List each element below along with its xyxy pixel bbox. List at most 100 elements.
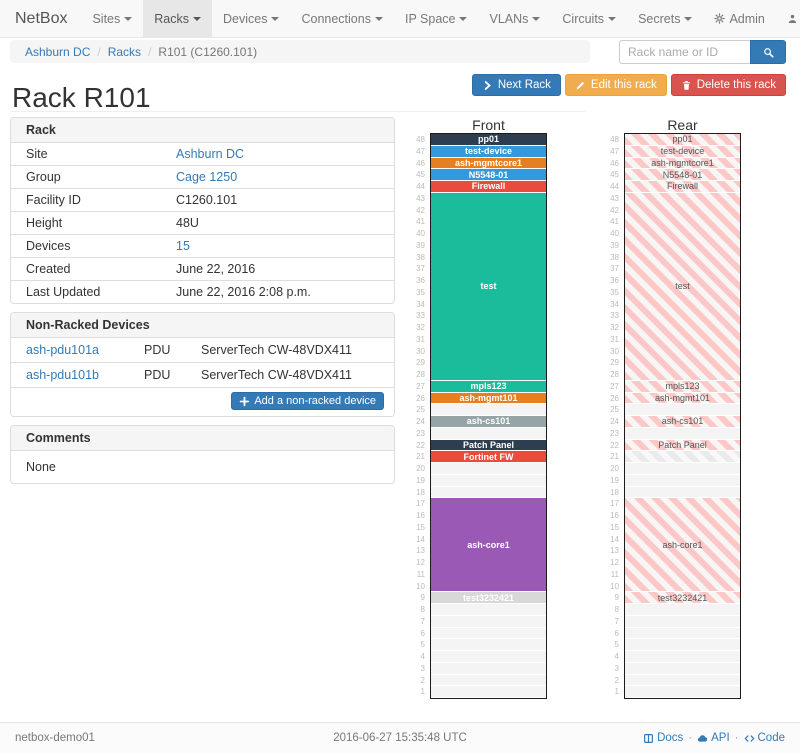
rear-slot-ash-cs101[interactable]: ash-cs101	[625, 416, 740, 427]
page-title: Rack R101	[12, 82, 151, 114]
caret-down-icon	[459, 17, 467, 21]
unit-number: 9	[602, 592, 622, 604]
rear-slot-test-device[interactable]: test-device	[625, 146, 740, 157]
rack-attribute-row: Facility IDC1260.101	[11, 189, 394, 212]
unit-number: 45	[408, 169, 428, 181]
main-nav: SitesRacksDevicesConnectionsIP SpaceVLAN…	[81, 0, 703, 37]
rear-slot-n5548-01[interactable]: N5548-01	[625, 169, 740, 180]
unit-number: 5	[602, 639, 622, 651]
rear-slot-firewall[interactable]: Firewall	[625, 181, 740, 192]
non-racked-device-row: ash-pdu101aPDUServerTech CW-48VDX411	[11, 338, 394, 363]
front-empty-unit-8	[431, 604, 546, 615]
rear-slot-mpls123[interactable]: mpls123	[625, 381, 740, 392]
unit-number: 27	[408, 381, 428, 393]
unit-number: 3	[602, 663, 622, 675]
unit-number: 32	[408, 322, 428, 334]
caret-down-icon	[375, 17, 383, 21]
non-racked-panel-title: Non-Racked Devices	[11, 313, 394, 338]
attribute-value-link[interactable]: 15	[176, 239, 190, 253]
nav-item-devices[interactable]: Devices	[212, 0, 290, 37]
unit-number: 34	[408, 299, 428, 311]
unit-number: 26	[408, 393, 428, 405]
footer-link-code[interactable]: Code	[744, 732, 786, 744]
device-name-link[interactable]: ash-pdu101a	[26, 343, 99, 357]
front-slot-test-device[interactable]: test-device	[431, 146, 546, 157]
attribute-value: 15	[161, 235, 394, 258]
front-slot-patch-panel[interactable]: Patch Panel	[431, 440, 546, 451]
unit-number: 38	[602, 252, 622, 264]
nav-item-connections[interactable]: Connections	[290, 0, 394, 37]
rear-empty-unit-20	[625, 463, 740, 474]
front-slot-firewall[interactable]: Firewall	[431, 181, 546, 192]
rear-empty-unit-1	[625, 686, 740, 697]
nav-item-ip-space[interactable]: IP Space	[394, 0, 479, 37]
front-empty-unit-18	[431, 487, 546, 498]
unit-number: 28	[408, 369, 428, 381]
edit-this-rack-button[interactable]: Edit this rack	[565, 74, 667, 96]
breadcrumb-item-ashburn-dc[interactable]: Ashburn DC	[25, 45, 90, 59]
nav-item-profile[interactable]: Profile	[776, 0, 800, 37]
search-input[interactable]	[619, 40, 750, 64]
rear-slot-ash-mgmt101[interactable]: ash-mgmt101	[625, 393, 740, 404]
front-slot-test[interactable]: test	[431, 193, 546, 380]
rear-slot-pp01[interactable]: pp01	[625, 134, 740, 145]
rear-slot-ash-core1[interactable]: ash-core1	[625, 498, 740, 591]
rear-slot-u21[interactable]	[625, 451, 740, 462]
unit-number: 22	[408, 440, 428, 452]
nav-item-vlans[interactable]: VLANs	[478, 0, 551, 37]
unit-number: 18	[408, 487, 428, 499]
front-slot-fortinet-fw[interactable]: Fortinet FW	[431, 451, 546, 462]
brand-netbox[interactable]: NetBox	[0, 0, 81, 37]
non-racked-devices-panel: Non-Racked Devices ash-pdu101aPDUServerT…	[10, 312, 395, 417]
nav-item-sites[interactable]: Sites	[81, 0, 143, 37]
attribute-value-link[interactable]: Ashburn DC	[176, 147, 244, 161]
rear-slot-patch-panel[interactable]: Patch Panel	[625, 440, 740, 451]
front-slot-mpls123[interactable]: mpls123	[431, 381, 546, 392]
front-empty-unit-20	[431, 463, 546, 474]
unit-number: 14	[602, 534, 622, 546]
unit-number: 18	[602, 487, 622, 499]
nav-item-admin[interactable]: Admin	[703, 0, 775, 37]
unit-number: 32	[602, 322, 622, 334]
device-name-link[interactable]: ash-pdu101b	[26, 368, 99, 382]
rear-slot-ash-mgmtcore1[interactable]: ash-mgmtcore1	[625, 158, 740, 169]
caret-down-icon	[684, 17, 692, 21]
add-non-racked-device-button[interactable]: Add a non-racked device	[231, 392, 384, 410]
add-non-racked-device-label: Add a non-racked device	[254, 395, 376, 407]
unit-number: 23	[602, 428, 622, 440]
unit-number: 21	[602, 451, 622, 463]
unit-number: 29	[408, 357, 428, 369]
rear-slot-test[interactable]: test	[625, 193, 740, 380]
attribute-label: Height	[11, 212, 161, 235]
front-slot-ash-cs101[interactable]: ash-cs101	[431, 416, 546, 427]
unit-number: 3	[408, 663, 428, 675]
search-button[interactable]	[750, 40, 786, 64]
footer-link-docs[interactable]: Docs	[643, 732, 683, 744]
footer-link-separator: ·	[735, 732, 739, 744]
unit-number: 12	[602, 557, 622, 569]
non-racked-device-row: ash-pdu101bPDUServerTech CW-48VDX411	[11, 363, 394, 388]
unit-number: 17	[602, 498, 622, 510]
next-rack-button[interactable]: Next Rack	[472, 74, 561, 96]
delete-this-rack-button[interactable]: Delete this rack	[671, 74, 786, 96]
unit-number: 48	[408, 134, 428, 146]
nav-item-secrets[interactable]: Secrets	[627, 0, 703, 37]
front-slot-ash-core1[interactable]: ash-core1	[431, 498, 546, 591]
breadcrumb-item-racks[interactable]: Racks	[108, 45, 141, 59]
front-slot-ash-mgmt101[interactable]: ash-mgmt101	[431, 393, 546, 404]
front-slot-test3232421[interactable]: test3232421	[431, 592, 546, 603]
front-slot-pp01[interactable]: pp01	[431, 134, 546, 145]
nav-item-racks[interactable]: Racks	[143, 0, 212, 37]
footer-link-api[interactable]: API	[697, 732, 730, 744]
nav-item-circuits[interactable]: Circuits	[551, 0, 627, 37]
unit-number: 22	[602, 440, 622, 452]
unit-number: 15	[602, 522, 622, 534]
attribute-value-link[interactable]: Cage 1250	[176, 170, 237, 184]
unit-number: 23	[408, 428, 428, 440]
front-slot-n5548-01[interactable]: N5548-01	[431, 169, 546, 180]
front-slot-ash-mgmtcore1[interactable]: ash-mgmtcore1	[431, 158, 546, 169]
unit-number: 39	[602, 240, 622, 252]
unit-number: 34	[602, 299, 622, 311]
rear-slot-test3232421[interactable]: test3232421	[625, 592, 740, 603]
unit-number: 39	[408, 240, 428, 252]
